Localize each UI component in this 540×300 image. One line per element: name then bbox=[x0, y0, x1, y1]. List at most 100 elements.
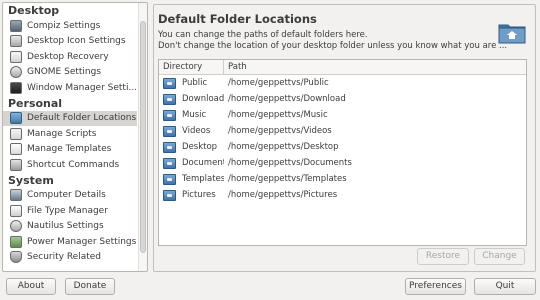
sidebar-item-label: Manage Templates bbox=[27, 144, 112, 155]
quit-button[interactable]: Quit bbox=[474, 278, 536, 295]
folder-icon bbox=[163, 189, 176, 201]
folder-icon bbox=[163, 173, 176, 185]
sidebar-item-label: Computer Details bbox=[27, 190, 106, 201]
directory-cell: Videos bbox=[159, 125, 224, 137]
folder-icon bbox=[10, 112, 22, 125]
table-row[interactable]: Videos/home/geppettvs/Videos bbox=[159, 123, 526, 139]
folder-icon bbox=[163, 125, 176, 137]
table-row[interactable]: Pictures/home/geppettvs/Pictures bbox=[159, 187, 526, 203]
path-cell: /home/geppettvs/Music bbox=[228, 110, 328, 120]
table-row[interactable]: Music/home/geppettvs/Music bbox=[159, 107, 526, 123]
folder-icon bbox=[163, 141, 176, 153]
directory-cell: Public bbox=[159, 77, 224, 89]
sidebar-group-heading: System bbox=[8, 173, 54, 187]
sidebar-item[interactable]: Desktop Icon Settings bbox=[3, 34, 137, 50]
scripts-icon bbox=[10, 127, 22, 140]
compiz-icon bbox=[10, 19, 22, 32]
sidebar-item[interactable]: Window Manager Setti... bbox=[3, 80, 137, 96]
window-manager-icon bbox=[10, 81, 22, 94]
category-sidebar: Desktop Compiz Settings Desktop Icon Setti… bbox=[2, 2, 148, 272]
directory-name: Pictures bbox=[182, 190, 216, 200]
sidebar-item[interactable]: Desktop Recovery bbox=[3, 49, 137, 65]
power-icon bbox=[10, 235, 22, 248]
table-row[interactable]: Templates/home/geppettvs/Templates bbox=[159, 171, 526, 187]
table-row[interactable]: Download/home/geppettvs/Download bbox=[159, 91, 526, 107]
path-cell: /home/geppettvs/Pictures bbox=[228, 190, 338, 200]
templates-icon bbox=[10, 143, 22, 156]
directory-cell: Pictures bbox=[159, 189, 224, 201]
directory-cell: Music bbox=[159, 109, 224, 121]
directory-name: Music bbox=[182, 110, 207, 120]
restore-button[interactable]: Restore bbox=[417, 248, 469, 265]
path-cell: /home/geppettvs/Templates bbox=[228, 174, 347, 184]
directory-name: Public bbox=[182, 78, 208, 88]
sidebar-item[interactable]: File Type Manager bbox=[3, 203, 137, 219]
sidebar-item[interactable]: Security Related bbox=[3, 250, 137, 266]
nautilus-icon bbox=[10, 220, 22, 233]
sidebar-item[interactable]: Nautilus Settings bbox=[3, 219, 137, 235]
description-line-2: Don't change the location of your deskto… bbox=[158, 41, 508, 51]
table-row[interactable]: Desktop/home/geppettvs/Desktop bbox=[159, 139, 526, 155]
sidebar-item-label: Security Related bbox=[27, 252, 101, 263]
table-row[interactable]: Document/home/geppettvs/Documents bbox=[159, 155, 526, 171]
sidebar-item-label: Desktop Icon Settings bbox=[27, 36, 126, 47]
page-title: Default Folder Locations bbox=[158, 12, 317, 26]
folder-locations-table: Directory Path Public/home/geppettvs/Pub… bbox=[158, 59, 527, 246]
gnome-icon bbox=[10, 66, 22, 79]
sidebar-item-label: Shortcut Commands bbox=[27, 159, 120, 170]
directory-cell: Document bbox=[159, 157, 224, 169]
sidebar-item[interactable]: Compiz Settings bbox=[3, 18, 137, 34]
path-cell: /home/geppettvs/Desktop bbox=[228, 142, 339, 152]
sidebar-item[interactable]: Computer Details bbox=[3, 188, 137, 204]
computer-icon bbox=[10, 189, 22, 202]
column-header-path[interactable]: Path bbox=[224, 60, 526, 74]
sidebar-item-label: Window Manager Setti... bbox=[27, 82, 137, 93]
sidebar-item-label: Manage Scripts bbox=[27, 128, 97, 139]
path-cell: /home/geppettvs/Public bbox=[228, 78, 329, 88]
column-header-directory[interactable]: Directory bbox=[159, 60, 224, 74]
path-cell: /home/geppettvs/Download bbox=[228, 94, 346, 104]
sidebar-scrollbar-thumb[interactable] bbox=[140, 21, 146, 253]
sidebar-item-label: Compiz Settings bbox=[27, 20, 101, 31]
folder-icon bbox=[163, 93, 176, 105]
category-list: Desktop Compiz Settings Desktop Icon Setti… bbox=[3, 3, 137, 265]
description-line-1: You can change the paths of default fold… bbox=[158, 30, 368, 40]
directory-cell: Download bbox=[159, 93, 224, 105]
sidebar-item[interactable]: Shortcut Commands bbox=[3, 157, 137, 173]
folder-icon bbox=[163, 77, 176, 89]
sidebar-item[interactable]: Power Manager Settings bbox=[3, 234, 137, 250]
sidebar-item[interactable]: GNOME Settings bbox=[3, 65, 137, 81]
sidebar-item-label: Default Folder Locations bbox=[27, 113, 137, 124]
about-button[interactable]: About bbox=[6, 278, 56, 295]
table-body: Public/home/geppettvs/Public Download/hom… bbox=[159, 75, 526, 203]
directory-name: Desktop bbox=[182, 142, 218, 152]
directory-cell: Desktop bbox=[159, 141, 224, 153]
directory-cell: Templates bbox=[159, 173, 224, 185]
recovery-icon bbox=[10, 50, 22, 63]
desktop-icons-icon bbox=[10, 35, 22, 48]
directory-name: Download bbox=[182, 94, 224, 104]
sidebar-item-label: Desktop Recovery bbox=[27, 51, 109, 62]
shortcut-icon bbox=[10, 158, 22, 171]
directory-name: Templates bbox=[182, 174, 224, 184]
sidebar-scrollbar[interactable] bbox=[138, 3, 147, 271]
sidebar-group-heading: Personal bbox=[8, 96, 63, 110]
preferences-button[interactable]: Preferences bbox=[405, 278, 466, 295]
path-cell: /home/geppettvs/Videos bbox=[228, 126, 332, 136]
directory-name: Videos bbox=[182, 126, 211, 136]
path-cell: /home/geppettvs/Documents bbox=[228, 158, 352, 168]
sidebar-item[interactable]: Default Folder Locations bbox=[3, 110, 137, 126]
sidebar-item-label: GNOME Settings bbox=[27, 67, 102, 78]
sidebar-item[interactable]: Manage Scripts bbox=[3, 126, 137, 142]
sidebar-item[interactable]: Manage Templates bbox=[3, 142, 137, 158]
folder-icon bbox=[163, 157, 176, 169]
sidebar-group-heading: Desktop bbox=[8, 4, 60, 17]
table-row[interactable]: Public/home/geppettvs/Public bbox=[159, 75, 526, 91]
change-button[interactable]: Change bbox=[474, 248, 525, 265]
sidebar-item-label: File Type Manager bbox=[27, 205, 108, 216]
donate-button[interactable]: Donate bbox=[65, 278, 115, 295]
page-description: You can change the paths of default fold… bbox=[158, 30, 507, 52]
folder-icon bbox=[163, 109, 176, 121]
directory-name: Document bbox=[182, 158, 224, 168]
sidebar-item-label: Nautilus Settings bbox=[27, 221, 104, 232]
